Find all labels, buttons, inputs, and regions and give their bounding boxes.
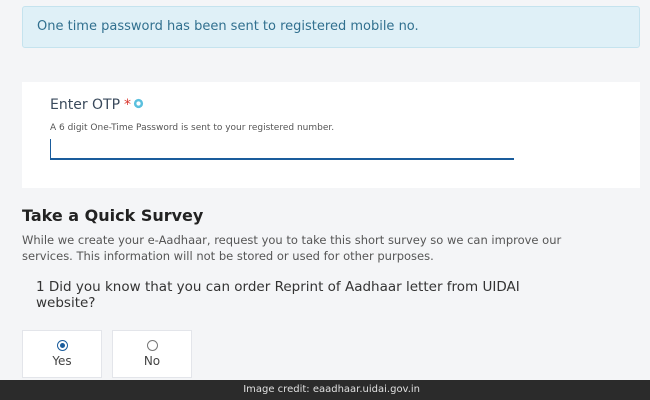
option-no-label: No — [143, 354, 161, 368]
info-icon[interactable] — [133, 98, 144, 109]
survey-title: Take a Quick Survey — [22, 206, 204, 225]
alert-message: One time password has been sent to regis… — [37, 19, 419, 34]
survey-description: While we create your e-Aadhaar, request … — [22, 233, 562, 263]
option-yes-label: Yes — [52, 354, 72, 368]
otp-card: Enter OTP * A 6 digit One-Time Password i… — [22, 82, 640, 188]
yes-radio[interactable] — [57, 340, 68, 351]
required-mark: * — [124, 97, 132, 113]
survey-question: 1 Did you know that you can order Reprin… — [36, 279, 520, 311]
otp-sent-alert: One time password has been sent to regis… — [22, 6, 640, 48]
otp-help-text: A 6 digit One-Time Password is sent to y… — [50, 123, 335, 133]
otp-label: Enter OTP * — [50, 97, 131, 113]
image-credit: Image credit: eaadhaar.uidai.gov.in — [243, 384, 420, 395]
image-credit-bar: Image credit: eaadhaar.uidai.gov.in — [0, 380, 650, 400]
option-yes[interactable]: Yes — [22, 330, 102, 378]
otp-input[interactable] — [50, 139, 514, 160]
option-no[interactable]: No — [112, 330, 192, 378]
otp-label-text: Enter OTP — [50, 97, 121, 113]
no-radio[interactable] — [147, 340, 158, 351]
